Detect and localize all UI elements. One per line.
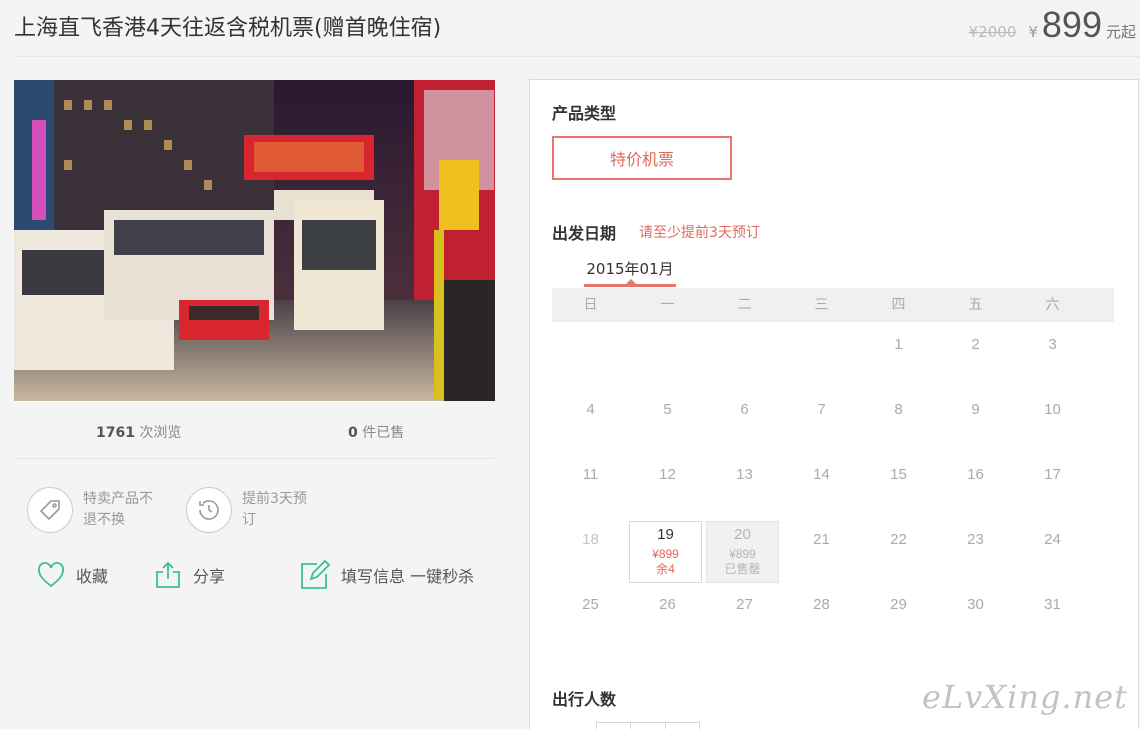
day-price: ¥899 bbox=[652, 547, 679, 561]
calendar-day: 27 bbox=[736, 596, 753, 613]
price-box: ¥2000 ¥ 899 元起 bbox=[969, 4, 1136, 46]
product-stats: 1761 次浏览 0 件已售 bbox=[14, 422, 495, 441]
weekday-label: 三 bbox=[814, 297, 829, 313]
departure-date-label: 出发日期 bbox=[552, 224, 617, 243]
calendar-day: 5 bbox=[663, 401, 672, 418]
heart-icon bbox=[38, 562, 64, 588]
day-number: 20 bbox=[734, 526, 751, 543]
fill-info-label: 填写信息 一键秒杀 bbox=[341, 567, 475, 586]
weekday-label: 一 bbox=[660, 297, 675, 313]
calendar-day: 4 bbox=[586, 401, 595, 418]
calendar-grid: 1 2 3 4 5 6 7 8 9 10 11 12 13 14 15 16 17 18 19 ¥899 余4 20 ¥89… bbox=[552, 322, 1114, 647]
weekday-label: 五 bbox=[968, 297, 983, 313]
calendar-day: 14 bbox=[813, 466, 830, 483]
stats-divider bbox=[14, 458, 495, 459]
day-stock: 余4 bbox=[656, 562, 675, 576]
weekday-label: 二 bbox=[737, 297, 752, 313]
travelers-count[interactable] bbox=[631, 723, 666, 729]
calendar-week-row: 4 5 6 7 8 9 10 bbox=[552, 387, 1114, 452]
increase-button[interactable] bbox=[666, 723, 699, 729]
share-button[interactable]: 分享 bbox=[153, 560, 225, 590]
current-price: 899 bbox=[1041, 4, 1102, 45]
date-hint: 请至少提前3天预订 bbox=[639, 225, 760, 241]
calendar-week-row: 25 26 27 28 29 30 31 bbox=[552, 582, 1114, 647]
calendar-day: 21 bbox=[813, 531, 830, 548]
month-tab[interactable]: 2015年01月 bbox=[584, 258, 676, 279]
calendar-day: 6 bbox=[740, 401, 749, 418]
price-suffix: 元起 bbox=[1105, 23, 1136, 41]
calendar-day bbox=[629, 322, 706, 387]
calendar-day bbox=[552, 322, 629, 387]
calendar-day: 30 bbox=[967, 596, 984, 613]
calendar-day[interactable]: 19 ¥899 余4 bbox=[629, 517, 706, 583]
calendar-day bbox=[783, 322, 860, 387]
calendar-day: 3 bbox=[1048, 336, 1057, 353]
product-photo bbox=[14, 80, 495, 401]
header-divider bbox=[14, 56, 1140, 57]
month-tab-underline bbox=[584, 284, 676, 287]
calendar-day: 9 bbox=[971, 401, 980, 418]
tag-icon bbox=[27, 487, 73, 533]
original-price: ¥2000 bbox=[968, 23, 1017, 41]
calendar-day: 28 bbox=[813, 596, 830, 613]
calendar-day: 11 bbox=[582, 466, 599, 483]
product-type-label: 产品类型 bbox=[552, 104, 617, 123]
calendar-day: 8 bbox=[894, 401, 903, 418]
day-number: 19 bbox=[657, 526, 674, 543]
calendar-day: 1 bbox=[894, 336, 903, 353]
weekday-label: 日 bbox=[583, 297, 598, 313]
calendar-week-row: 1 2 3 bbox=[552, 322, 1114, 387]
calendar-day: 29 bbox=[890, 596, 907, 613]
calendar-day: 23 bbox=[967, 531, 984, 548]
calendar-week-row: 11 12 13 14 15 16 17 bbox=[552, 452, 1114, 517]
calendar-day: 31 bbox=[1044, 596, 1061, 613]
calendar-day: 17 bbox=[1044, 466, 1061, 483]
notice-text: 特卖产品不退不换 bbox=[83, 491, 153, 528]
share-icon bbox=[156, 561, 180, 588]
travelers-stepper[interactable] bbox=[596, 722, 700, 729]
views-count: 1761 次浏览 bbox=[96, 425, 182, 441]
product-type-option[interactable]: 特价机票 bbox=[552, 136, 732, 180]
day-price: ¥899 bbox=[729, 547, 756, 561]
calendar-day: 24 bbox=[1044, 531, 1061, 548]
decrease-button[interactable] bbox=[597, 723, 632, 729]
notice-advance-booking: 提前3天预订 bbox=[186, 487, 318, 533]
weekday-label: 四 bbox=[891, 297, 906, 313]
clock-icon bbox=[186, 487, 232, 533]
calendar-day: 7 bbox=[817, 401, 826, 418]
calendar-day: 25 bbox=[582, 596, 599, 613]
day-stock: 已售罄 bbox=[724, 562, 761, 576]
travelers-label: 出行人数 bbox=[552, 690, 617, 709]
product-title: 上海直飞香港4天往返含税机票(赠首晚住宿) bbox=[14, 16, 442, 41]
calendar-day: 10 bbox=[1044, 401, 1061, 418]
calendar-day: 12 bbox=[659, 466, 676, 483]
sold-count: 0 件已售 bbox=[348, 425, 405, 441]
booking-panel: 产品类型 特价机票 出发日期 请至少提前3天预订 2015年01月 日 一 二 … bbox=[529, 79, 1139, 729]
calendar-day: 22 bbox=[890, 531, 907, 548]
calendar-week-row: 18 19 ¥899 余4 20 ¥899 已售罄 21 22 23 24 bbox=[552, 517, 1114, 583]
edit-icon bbox=[301, 560, 331, 589]
notice-text: 提前3天预订 bbox=[242, 491, 307, 528]
calendar-day: 16 bbox=[967, 466, 984, 483]
fill-info-button[interactable]: 填写信息 一键秒杀 bbox=[299, 560, 474, 590]
calendar-day: 15 bbox=[890, 466, 907, 483]
calendar-day: 20 ¥899 已售罄 bbox=[706, 517, 783, 583]
watermark: eLvXing.net bbox=[922, 678, 1128, 716]
weekday-label: 六 bbox=[1045, 297, 1060, 313]
calendar-day-content: 20 ¥899 已售罄 bbox=[706, 527, 779, 577]
calendar-day: 13 bbox=[736, 466, 753, 483]
calendar-day: 18 bbox=[582, 531, 599, 548]
currency-symbol: ¥ bbox=[1028, 23, 1038, 41]
share-label: 分享 bbox=[193, 567, 226, 586]
weekday-header: 日 一 二 三 四 五 六 bbox=[552, 288, 1114, 322]
calendar-day bbox=[706, 322, 783, 387]
favorite-button[interactable]: 收藏 bbox=[36, 560, 108, 590]
calendar-day: 26 bbox=[659, 596, 676, 613]
favorite-label: 收藏 bbox=[76, 567, 109, 586]
calendar-day: 2 bbox=[971, 336, 980, 353]
calendar-day-content: 19 ¥899 余4 bbox=[629, 527, 702, 577]
notice-no-refund: 特卖产品不退不换 bbox=[27, 487, 159, 533]
